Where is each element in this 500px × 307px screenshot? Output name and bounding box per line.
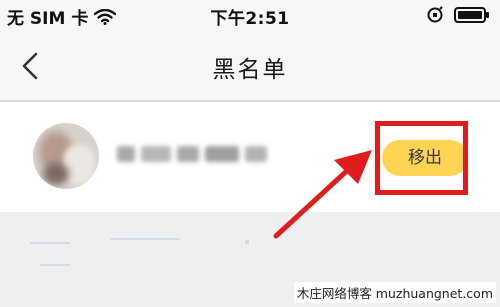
status-right	[426, 6, 490, 28]
remove-button[interactable]: 移出	[382, 140, 468, 176]
blurred-username	[117, 146, 269, 164]
status-bar: 无 SIM 卡 下午2:51	[0, 0, 500, 34]
avatar[interactable]	[33, 123, 99, 189]
watermark: 木庄网络博客 muzhuangnet.com	[293, 282, 496, 303]
blacklist-row[interactable]: 移出	[0, 102, 500, 212]
page-title: 黑名单	[212, 57, 288, 83]
status-time: 下午2:51	[210, 9, 290, 29]
nav-bar: 黑名单	[0, 34, 500, 100]
battery-icon	[454, 6, 490, 28]
orientation-lock-icon	[426, 6, 444, 28]
